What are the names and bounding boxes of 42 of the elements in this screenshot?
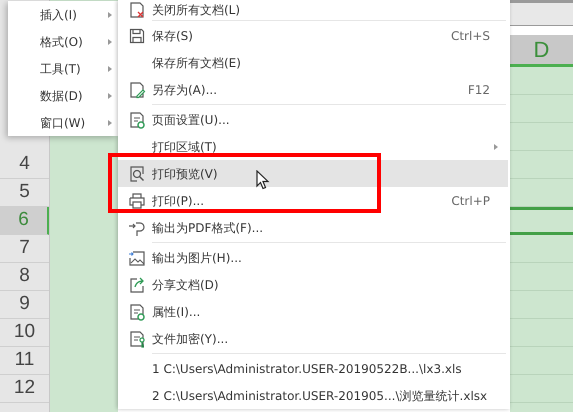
menu-item[interactable]: 1 C:\Users\Administrator.USER-20190522B...\lx3.xls [118, 355, 508, 382]
toolbar-strip [510, 0, 573, 26]
menu-item[interactable]: 另存为(A)... F12 [118, 76, 508, 103]
image-icon [128, 248, 146, 266]
row-header[interactable]: 9 [0, 291, 49, 319]
menu-item[interactable]: 分享文档(D) [118, 271, 508, 298]
menu-item[interactable]: 打印(P)... Ctrl+P [118, 187, 508, 214]
menu-item[interactable]: 文件加密(Y)... [118, 325, 508, 352]
printer-icon [128, 192, 146, 210]
submenu-item[interactable]: 工具(T) [8, 55, 118, 82]
save-icon [128, 26, 146, 44]
row-header[interactable]: 12 [0, 375, 49, 403]
share-icon [128, 276, 146, 294]
row-header[interactable]: 4 [0, 151, 49, 179]
menu-item[interactable]: 保存所有文档(E) [118, 49, 508, 76]
menu-item[interactable]: 属性(I)... [118, 298, 508, 325]
menu-item[interactable]: 页面设置(U)... [118, 106, 508, 133]
document-key-icon [128, 330, 146, 348]
document-pencil-icon [128, 80, 146, 98]
menu-item[interactable]: 输出为PDF格式(F)... [118, 214, 508, 241]
submenu-item[interactable]: 窗口(W) [8, 109, 118, 136]
menu-item[interactable]: 保存(S) Ctrl+S [118, 22, 508, 49]
row-header[interactable]: 10 [0, 319, 49, 347]
row-header[interactable]: 8 [0, 263, 49, 291]
submenu-item[interactable]: 数据(D) [8, 82, 118, 109]
row-header[interactable]: 7 [0, 235, 49, 263]
pointer-icon [256, 170, 270, 190]
shortcut-label: F12 [468, 82, 490, 98]
row-header[interactable]: 11 [0, 347, 49, 375]
menu-item[interactable]: 打印区域(T) [118, 133, 508, 160]
document-gear-icon [128, 302, 146, 320]
submenu-item[interactable]: 插入(I) [8, 1, 118, 28]
document-x-icon [128, 0, 146, 18]
document-gear-icon [128, 110, 146, 128]
submenu-item[interactable]: 格式(O) [8, 28, 118, 55]
menu-item[interactable]: 输出为图片(H)... [118, 244, 508, 271]
menu-item[interactable]: 关闭所有文档(L) [118, 0, 508, 19]
shortcut-label: Ctrl+S [450, 28, 490, 44]
shortcut-label: Ctrl+P [451, 192, 490, 210]
menu-item[interactable]: 打印预览(V) [118, 160, 508, 187]
menu-item[interactable]: 2 C:\Users\Administrator.USER-201905...\浏览量统计.xlsx [118, 382, 508, 409]
magnifier-icon [128, 164, 146, 182]
